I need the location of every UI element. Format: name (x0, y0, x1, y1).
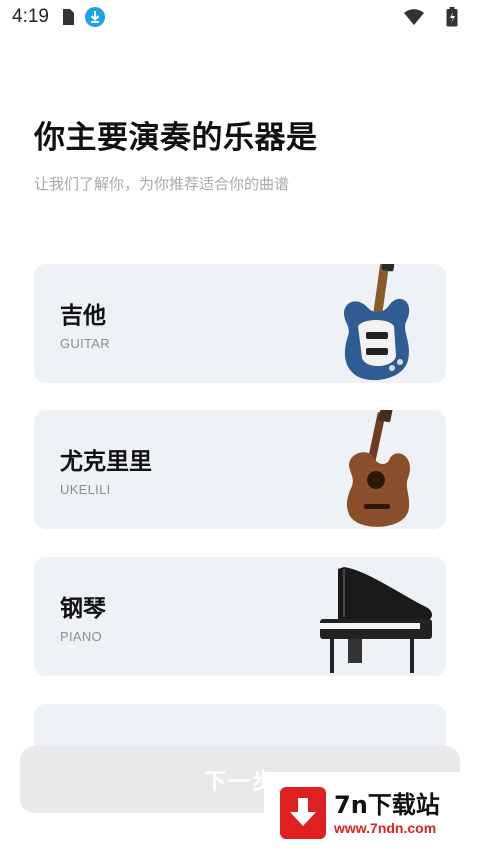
instrument-name: 吉他 (60, 303, 106, 329)
watermark-title: 7n下载站 (334, 790, 440, 819)
download-icon (84, 7, 105, 27)
instrument-sub: GUITAR (60, 336, 110, 351)
watermark-url: www.7ndn.com (334, 819, 437, 836)
piano-icon (320, 567, 432, 673)
guitar-icon (344, 264, 410, 381)
status-time: 4:19 (12, 6, 49, 27)
instrument-card-piano[interactable]: 钢琴 PIANO (34, 557, 446, 676)
instrument-name: 钢琴 (60, 596, 106, 622)
download-arrow-icon (280, 786, 326, 839)
battery-icon (446, 7, 458, 27)
instrument-card-guitar[interactable]: 吉他 GUITAR (34, 264, 446, 383)
instrument-sub: UKELILI (60, 482, 111, 497)
status-bar: 4:19 (0, 0, 480, 34)
page-title: 你主要演奏的乐器是 (34, 120, 318, 156)
wifi-icon (404, 9, 424, 25)
sim-icon (61, 8, 75, 26)
page-subtitle: 让我们了解你，为你推荐适合你的曲谱 (34, 175, 290, 193)
instrument-sub: PIANO (60, 629, 102, 644)
instrument-card-ukulele[interactable]: 尤克里里 UKELILI (34, 410, 446, 529)
ukulele-icon (346, 410, 411, 527)
watermark: 7n下载站 www.7ndn.com (264, 772, 480, 853)
instrument-name: 尤克里里 (60, 449, 152, 475)
